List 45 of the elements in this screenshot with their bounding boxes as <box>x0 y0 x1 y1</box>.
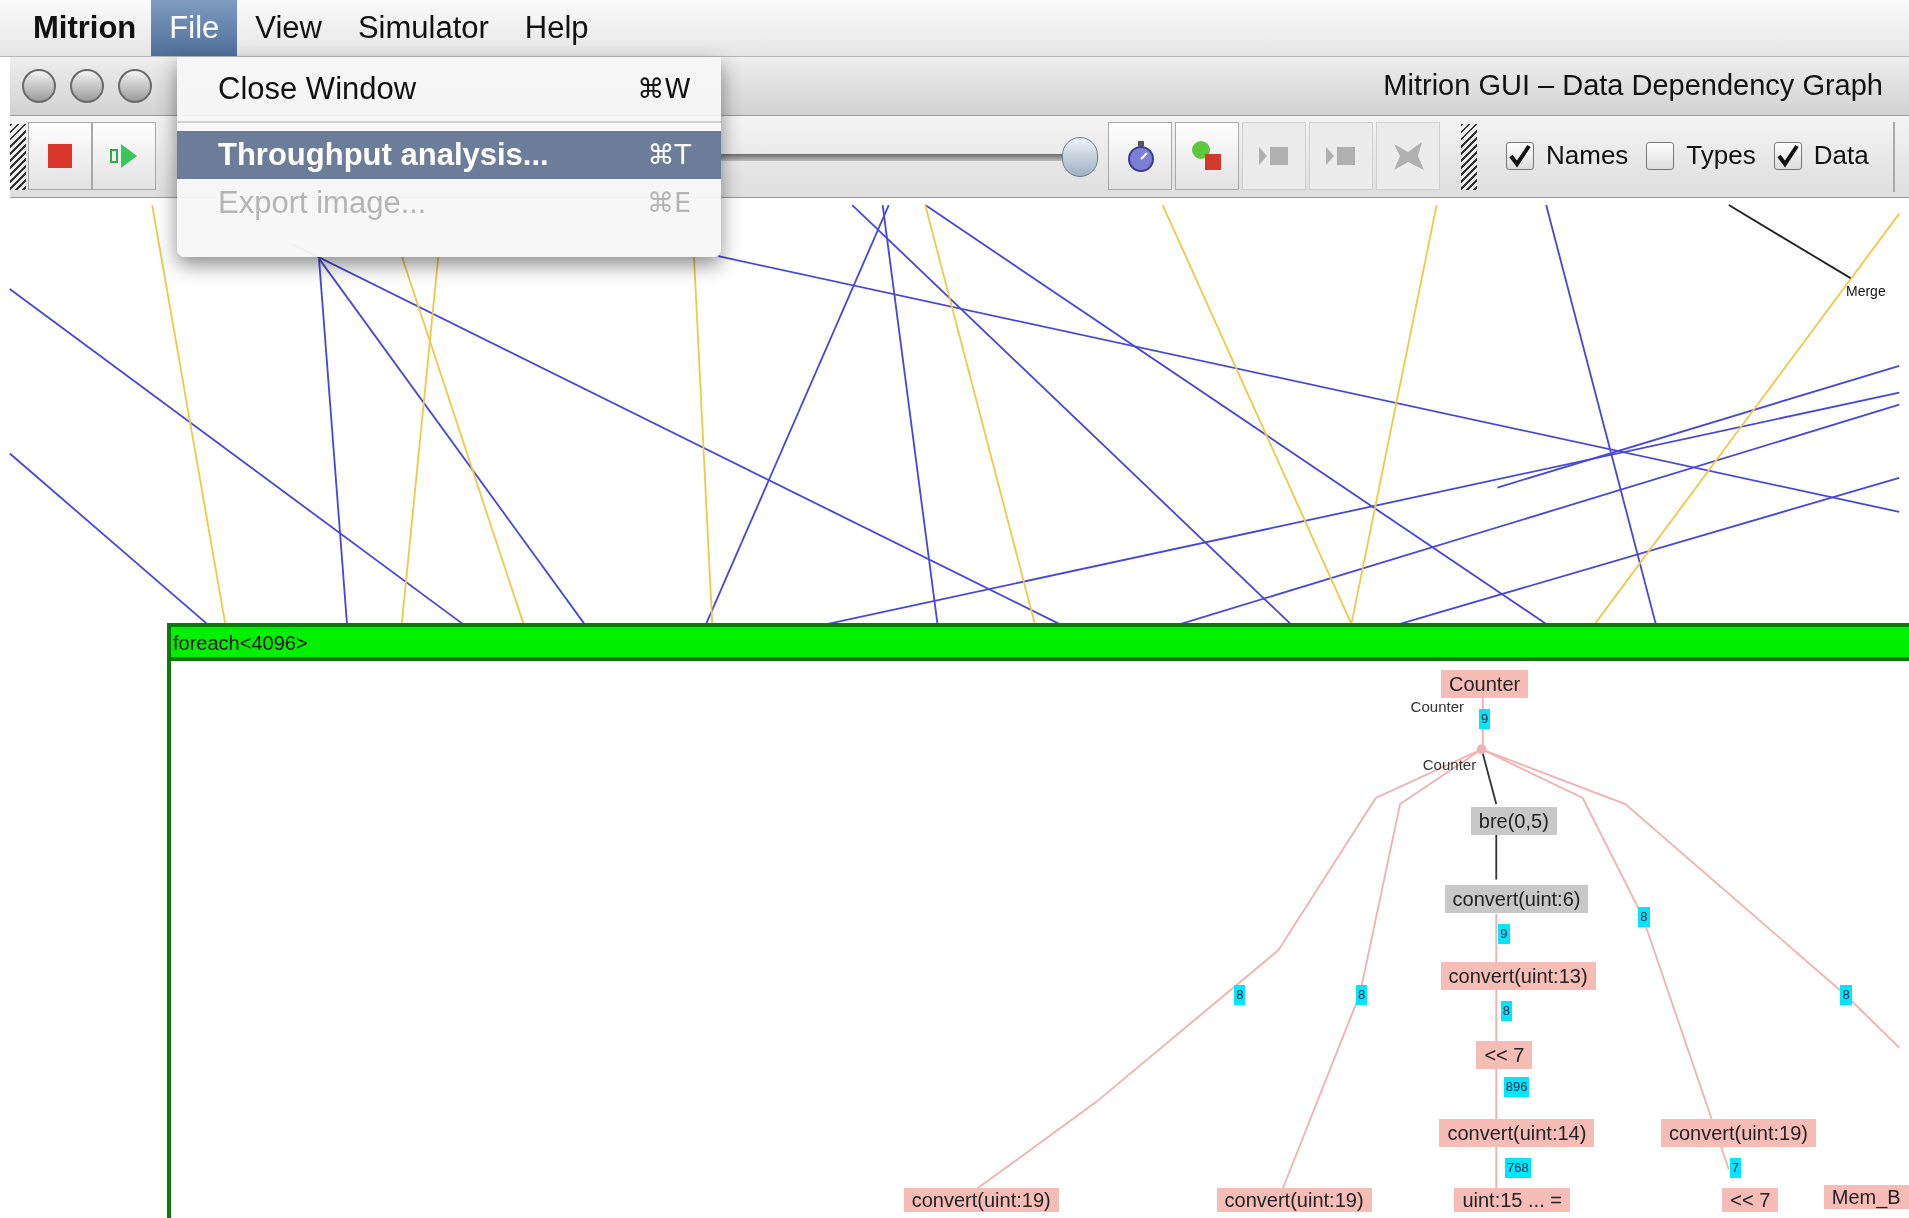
toolbar-button[interactable] <box>1175 122 1239 190</box>
port-label: Counter <box>1410 697 1464 716</box>
toolbar-button[interactable] <box>1108 122 1172 190</box>
menu-item[interactable]: Help <box>506 0 607 56</box>
menu-item[interactable]: File <box>151 0 238 56</box>
slider-thumb[interactable] <box>1062 137 1098 177</box>
grip-icon[interactable] <box>10 124 26 190</box>
data-value: 9 <box>1498 924 1510 945</box>
data-value: 8 <box>1234 984 1246 1005</box>
graph-node: uint:15 ... = <box>1454 1188 1570 1213</box>
graph-node: Counter <box>1441 669 1529 698</box>
menu-item[interactable]: View <box>237 0 340 56</box>
grip-icon[interactable] <box>1461 124 1477 190</box>
zoom-button[interactable] <box>118 69 152 103</box>
node-label: Merge <box>1846 282 1886 301</box>
close-button[interactable] <box>22 69 56 103</box>
loop-header: foreach<4096> <box>171 627 1909 661</box>
data-value: 8 <box>1638 907 1650 928</box>
junction-dot <box>1476 744 1487 755</box>
graph-node: << 7 <box>1722 1188 1779 1213</box>
graph-node: convert(uint:19) <box>1216 1188 1372 1213</box>
data-value: 7 <box>1729 1157 1741 1178</box>
window-title: Mitrion GUI – Data Dependency Graph <box>1383 68 1884 104</box>
checkbox[interactable] <box>1646 141 1675 170</box>
checkbox-label: Names <box>1546 139 1629 172</box>
checkbox-label: Types <box>1686 139 1756 172</box>
minimize-button[interactable] <box>70 69 104 103</box>
menu-item[interactable]: Close Window ⌘W <box>177 65 721 113</box>
toolbar-button[interactable] <box>28 122 92 190</box>
checkbox-label: Data <box>1813 139 1869 172</box>
menu-item[interactable]: Throughput analysis... ⌘T <box>177 131 721 179</box>
graph-node: convert(uint:13) <box>1440 961 1596 990</box>
data-value: 896 <box>1503 1077 1530 1098</box>
checkbox[interactable] <box>1506 141 1534 170</box>
menu-item[interactable]: Simulator <box>339 0 507 56</box>
data-value: 8 <box>1840 984 1852 1005</box>
graph-node: convert(uint:14) <box>1439 1118 1595 1147</box>
graph-node: << 7 <box>1476 1040 1533 1069</box>
app-menu[interactable]: Mitrion <box>18 0 152 56</box>
port-label: Counter <box>1422 756 1477 775</box>
graph-node: convert(uint:19) <box>1661 1118 1816 1147</box>
graph-node: convert(uint:19) <box>903 1188 1059 1213</box>
graph-node: bre(0,5) <box>1470 807 1557 836</box>
graph-node: convert(uint:6) <box>1444 885 1589 914</box>
checkbox[interactable] <box>1773 141 1802 170</box>
